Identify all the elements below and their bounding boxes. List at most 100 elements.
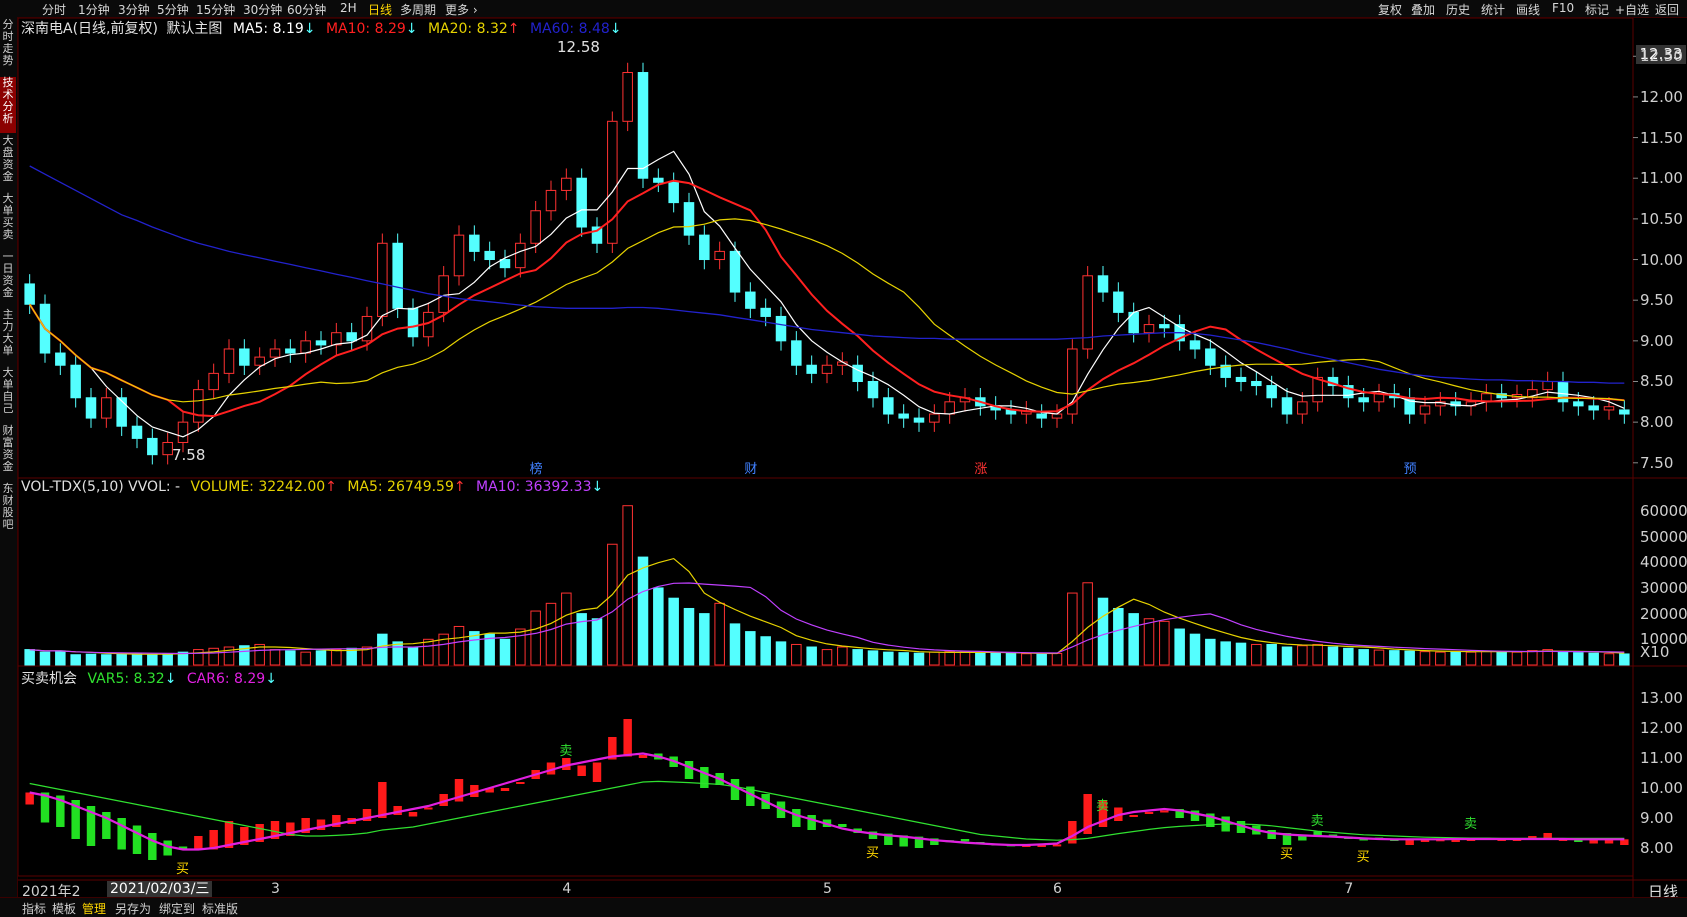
volume-bar	[745, 631, 756, 666]
tab-3[interactable]: 5分钟	[157, 1, 189, 18]
sidebar-item-1[interactable]: 技术分析	[0, 77, 16, 133]
volume-bar	[147, 654, 158, 666]
toolbar-button-4[interactable]: 画线	[1516, 1, 1540, 18]
event-tag[interactable]: 预	[1404, 458, 1417, 477]
candle-body	[653, 177, 664, 183]
sidebar-item-3[interactable]: 大单买卖	[0, 193, 16, 249]
signal-y-tick-label: 8.00	[1640, 839, 1674, 857]
toolbar-button-3[interactable]: 统计	[1481, 1, 1505, 18]
volume-bar	[101, 654, 112, 666]
candle-body	[714, 250, 725, 261]
chart-canvas[interactable]	[0, 0, 1687, 916]
tab-6[interactable]: 60分钟	[287, 1, 326, 18]
bottom-item-3[interactable]: 另存为	[115, 900, 151, 917]
toolbar-button-6[interactable]: 标记	[1585, 1, 1609, 18]
toolbar-button-5[interactable]: F10	[1552, 1, 1574, 15]
sidebar-item-5[interactable]: 主力大单	[0, 309, 16, 365]
signal-indicator-label[interactable]: 买卖机会	[21, 671, 77, 687]
volume-bar	[55, 650, 66, 666]
signal-bar	[1160, 810, 1169, 813]
tab-9[interactable]: 多周期	[400, 1, 436, 18]
candle-body	[883, 397, 894, 415]
sidebar-item-7[interactable]: 财富资金	[0, 425, 16, 481]
volume-bar	[1527, 650, 1538, 666]
sidebar-item-4[interactable]: 一日资金	[0, 251, 16, 307]
toolbar-button-1[interactable]: 叠加	[1411, 1, 1435, 18]
theme-label[interactable]: 默认主图	[166, 21, 222, 37]
volume-bar	[515, 628, 526, 666]
candle-body	[745, 291, 756, 309]
vol-indicator-label[interactable]: VOL-TDX(5,10) VVOL: -	[21, 479, 180, 495]
x-axis-label: 5	[823, 881, 832, 897]
tab-4[interactable]: 15分钟	[196, 1, 235, 18]
y-tick-label: 9.00	[1640, 331, 1674, 350]
candle-body	[1051, 413, 1063, 419]
tab-1[interactable]: 1分钟	[78, 1, 110, 18]
event-tag[interactable]: 财	[744, 458, 757, 477]
signal-y-tick-label: 13.00	[1640, 689, 1683, 707]
volume-bar	[622, 505, 633, 666]
candle-body	[239, 348, 250, 366]
volume-bar	[1051, 652, 1063, 666]
volume-bar	[377, 633, 388, 666]
vol-y-tick-label: 30000	[1640, 578, 1687, 597]
tab-5[interactable]: 30分钟	[243, 1, 282, 18]
sidebar-item-2[interactable]: 大盘资金	[0, 135, 16, 191]
signal-bar	[378, 782, 387, 818]
candle-body	[545, 189, 557, 212]
volume-bar	[1481, 650, 1492, 666]
bottom-item-4[interactable]: 绑定到	[159, 900, 195, 917]
car6-label: CAR6: 8.29	[186, 671, 266, 687]
volume-bar	[1281, 646, 1293, 666]
candle-body	[499, 259, 511, 269]
signal-bar	[730, 779, 740, 800]
volume-bar	[1005, 652, 1017, 666]
signal-bar	[424, 807, 433, 810]
volume-bar	[591, 618, 603, 666]
sell-signal: 卖	[1310, 814, 1324, 829]
tab-8[interactable]: 日线	[368, 1, 392, 18]
tab-10[interactable]: 更多 ›	[445, 1, 478, 18]
volume-bar	[208, 647, 219, 666]
volume-bar	[1588, 652, 1599, 666]
max-price-label: 12.58	[557, 38, 600, 56]
volume-bar	[1266, 643, 1277, 666]
event-tag[interactable]: 榜	[530, 458, 543, 477]
candle-body	[331, 332, 342, 346]
sidebar-item-6[interactable]: 大单自己	[0, 367, 16, 423]
main-legend: 深南电A(日线,前复权) 默认主图 MA5: 8.19↓ MA10: 8.29↓…	[21, 21, 622, 37]
signal-bar	[623, 719, 632, 757]
tab-2[interactable]: 3分钟	[118, 1, 150, 18]
toolbar-button-2[interactable]: 历史	[1446, 1, 1470, 18]
volume-bar	[1205, 638, 1216, 666]
candle-body	[1312, 376, 1323, 403]
volume-bar	[1573, 652, 1584, 666]
candle-body	[85, 397, 97, 419]
vol-ma10-line	[29, 582, 1625, 655]
tab-7[interactable]: 2H	[340, 1, 357, 15]
candle-body	[576, 177, 587, 228]
candle-body	[131, 425, 143, 439]
toolbar-button-0[interactable]: 复权	[1378, 1, 1402, 18]
signal-bar	[1129, 815, 1138, 817]
candle-body	[668, 181, 679, 204]
event-tag[interactable]: 涨	[974, 458, 987, 477]
volume-bar	[545, 602, 557, 666]
candle-body	[24, 283, 35, 305]
bottom-item-5[interactable]: 标准版	[202, 900, 238, 917]
volume-bar	[990, 652, 1001, 666]
bottom-item-1[interactable]: 模板	[52, 900, 76, 917]
toolbar-button-7[interactable]: +自选	[1615, 1, 1649, 18]
volume-bar	[24, 649, 35, 666]
stock-label[interactable]: 深南电A(日线,前复权)	[21, 21, 158, 37]
candle-body	[116, 397, 127, 427]
bottom-item-2[interactable]: 管理	[82, 900, 106, 917]
signal-bar	[792, 809, 801, 827]
toolbar-button-8[interactable]: 返回	[1655, 1, 1679, 18]
bottom-item-0[interactable]: 指标	[22, 900, 46, 917]
volume-bar	[530, 610, 541, 666]
vol-y-tick-label: 20000	[1640, 604, 1687, 623]
sidebar-item-8[interactable]: 东财股吧	[0, 483, 16, 539]
sidebar-item-0[interactable]: 分时走势	[0, 19, 16, 75]
tab-0[interactable]: 分时	[42, 1, 66, 18]
